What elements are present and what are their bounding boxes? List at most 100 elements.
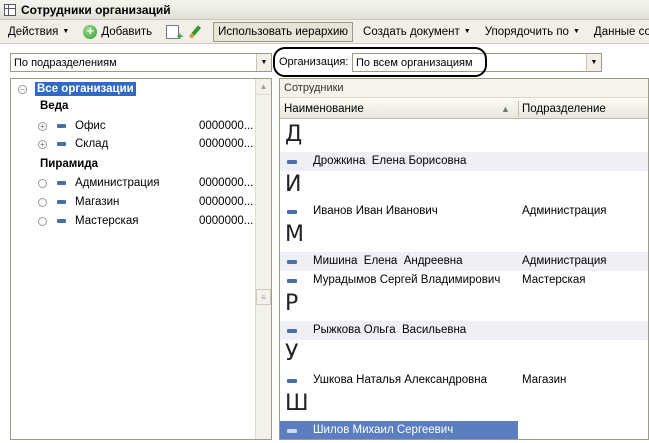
- tree-item-label: Администрация: [75, 177, 160, 189]
- tree-root-label: Все организации: [35, 82, 136, 96]
- toolbar: Действия ▼ + Добавить Использовать иерар…: [0, 20, 649, 44]
- pencil-icon: [189, 24, 202, 39]
- dropdown-arrow-icon: ▼: [62, 28, 70, 35]
- tree-item-label: Мастерская: [75, 215, 139, 227]
- employee-name: Мишина Елена Андреевна: [313, 255, 463, 267]
- employee-department: Администрация: [522, 255, 607, 267]
- letter-group-header: Д: [285, 122, 303, 147]
- employee-name: Шилов Михаил Сергеевич: [313, 424, 454, 436]
- copy-icon: [166, 24, 183, 43]
- letter-group-header: Р: [285, 291, 299, 316]
- sort-by-menu[interactable]: Упорядочить по ▼: [481, 22, 584, 42]
- tree-item-code: 0000000...: [199, 138, 254, 150]
- item-marker-icon: [57, 219, 66, 223]
- add-button-label: Добавить: [101, 25, 153, 38]
- sort-by-label: Упорядочить по: [484, 25, 569, 38]
- item-marker-icon: [287, 260, 297, 264]
- column-header-department[interactable]: Подразделение: [522, 103, 606, 115]
- dropdown-arrow-icon: ▼: [463, 28, 471, 35]
- leaf-circle-icon: [38, 198, 47, 207]
- item-marker-icon: [57, 142, 66, 146]
- grouping-select-value: По подразделениям: [14, 56, 117, 69]
- tree-item-warehouse[interactable]: + Склад 0000000...: [11, 135, 255, 154]
- dropdown-arrow-icon[interactable]: ▼: [586, 54, 601, 71]
- title-bar: Сотрудники организаций: [0, 0, 649, 20]
- column-divider[interactable]: [518, 101, 519, 117]
- use-hierarchy-label: Использовать иерархию: [218, 25, 349, 38]
- tree-group-label: Пирамида: [40, 158, 99, 170]
- employees-column-header: Наименование ▲ Подразделение: [280, 99, 648, 119]
- item-marker-icon: [287, 429, 297, 433]
- employees-panel: Сотрудники Наименование ▲ Подразделение …: [279, 78, 649, 440]
- employee-name: Дрожкина Елена Борисовна: [313, 155, 467, 167]
- tree-item-code: 0000000...: [199, 177, 254, 189]
- tree-item-label: Офис: [75, 120, 106, 132]
- employee-name: Ушкова Наталья Александровна: [313, 374, 488, 386]
- item-marker-icon: [57, 200, 66, 204]
- actions-menu[interactable]: Действия ▼: [4, 22, 73, 42]
- copy-button[interactable]: [162, 22, 183, 43]
- employee-name: Иванов Иван Иванович: [313, 205, 438, 217]
- tree-item-shop[interactable]: Магазин 0000000...: [11, 193, 255, 212]
- use-hierarchy-button[interactable]: Использовать иерархию: [213, 21, 354, 42]
- letter-group-header: М: [285, 222, 304, 247]
- employee-name: Рыжкова Ольга Васильевна: [313, 324, 467, 336]
- item-marker-icon: [287, 279, 297, 283]
- tree-item-office[interactable]: + Офис 0000000...: [11, 117, 255, 136]
- employee-data-label: Данные сотрудника: [593, 25, 649, 38]
- employee-name: Мурадымов Сергей Владимирович: [313, 274, 501, 286]
- item-marker-icon: [287, 160, 297, 164]
- add-button[interactable]: + Добавить: [79, 22, 156, 42]
- scroll-thumb[interactable]: ≡: [256, 289, 271, 305]
- expand-icon[interactable]: +: [38, 122, 47, 131]
- employee-row[interactable]: Мурадымов Сергей Владимирович Мастерская: [280, 271, 648, 290]
- item-marker-icon: [57, 181, 66, 185]
- organization-tree: − Все организации Веда + Офис 0000000...…: [10, 78, 272, 440]
- letter-group-header: Ш: [285, 391, 309, 416]
- tree-scrollbar[interactable]: ▲ ≡: [255, 79, 271, 439]
- tree-item-code: 0000000...: [199, 196, 254, 208]
- employee-row[interactable]: Рыжкова Ольга Васильевна: [280, 321, 648, 340]
- dropdown-arrow-icon: ▼: [572, 28, 580, 35]
- employees-panel-title: Сотрудники: [280, 79, 648, 98]
- tree-item-code: 0000000...: [199, 120, 254, 132]
- tree-item-code: 0000000...: [199, 215, 254, 227]
- tree-item-label: Магазин: [75, 196, 120, 208]
- item-marker-icon: [287, 379, 297, 383]
- employee-row-selected[interactable]: Шилов Михаил Сергеевич: [280, 421, 648, 439]
- tree-group-veda[interactable]: Веда: [11, 97, 255, 116]
- edit-button[interactable]: [183, 22, 207, 42]
- scroll-up-icon[interactable]: ▲: [256, 79, 271, 95]
- create-document-label: Создать документ: [363, 25, 460, 38]
- collapse-icon[interactable]: −: [18, 85, 27, 94]
- employee-department: Администрация: [522, 205, 607, 217]
- tree-item-label: Склад: [75, 138, 109, 150]
- letter-group-header: И: [285, 172, 302, 197]
- create-document-menu[interactable]: Создать документ ▼: [359, 22, 475, 42]
- column-header-name[interactable]: Наименование: [284, 103, 364, 115]
- leaf-circle-icon: [38, 217, 47, 226]
- item-marker-icon: [287, 329, 297, 333]
- tree-group-label: Веда: [40, 100, 69, 112]
- letter-group-header: У: [285, 341, 299, 366]
- employee-row[interactable]: Ушкова Наталья Александровна Магазин: [280, 371, 648, 390]
- dropdown-arrow-icon[interactable]: ▼: [256, 54, 271, 71]
- tree-item-workshop[interactable]: Мастерская 0000000...: [11, 212, 255, 231]
- leaf-circle-icon: [38, 179, 47, 188]
- item-marker-icon: [57, 124, 66, 128]
- employee-department: Мастерская: [522, 274, 586, 286]
- employee-department: Магазин: [522, 374, 567, 386]
- employee-row[interactable]: Мишина Елена Андреевна Администрация: [280, 252, 648, 271]
- expand-icon[interactable]: +: [38, 140, 47, 149]
- grouping-select[interactable]: По подразделениям ▼: [10, 53, 272, 72]
- item-marker-icon: [287, 210, 297, 214]
- employee-row[interactable]: Иванов Иван Иванович Администрация: [280, 202, 648, 221]
- sort-icon[interactable]: ▲: [501, 104, 510, 114]
- add-icon: +: [83, 24, 98, 39]
- table-icon: [4, 3, 16, 16]
- tree-group-piramida[interactable]: Пирамида: [11, 155, 255, 174]
- employee-row[interactable]: Дрожкина Елена Борисовна: [280, 152, 648, 171]
- employee-data-button[interactable]: Данные сотрудника: [590, 22, 649, 42]
- tree-item-administration[interactable]: Администрация 0000000...: [11, 174, 255, 193]
- window-title: Сотрудники организаций: [21, 2, 171, 17]
